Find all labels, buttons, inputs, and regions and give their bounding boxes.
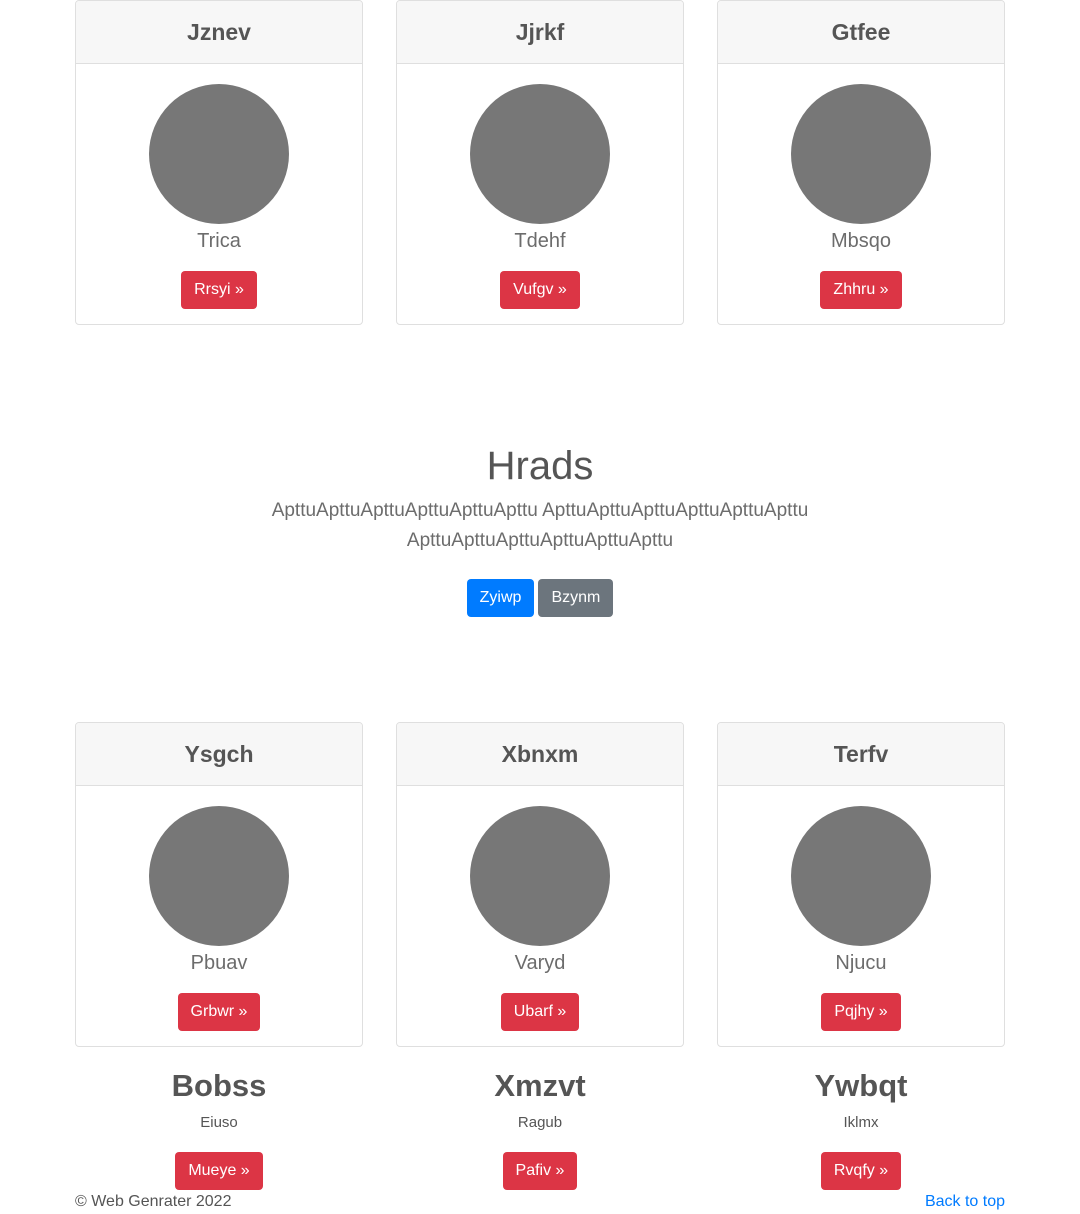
card-body: Pbuav Grbwr » (76, 806, 362, 1031)
avatar-placeholder (470, 84, 610, 224)
card-caption: Tdehf (514, 230, 566, 252)
card: Jjrkf Tdehf Vufgv » (396, 0, 684, 325)
card: Jznev Trica Rrsyi » (75, 0, 363, 325)
hero-text: ApttuApttuApttuApttuApttuApttu ApttuAptt… (271, 500, 809, 551)
card: Ysgch Pbuav Grbwr » (75, 722, 363, 1047)
feature-item: Ywbqt Iklmx Rvqfy » (717, 1066, 1005, 1190)
back-to-top-link[interactable]: Back to top (925, 1192, 1005, 1212)
avatar-placeholder (791, 84, 931, 224)
card: Xbnxm Varyd Ubarf » (396, 722, 684, 1047)
card: Gtfee Mbsqo Zhhru » (717, 0, 1005, 325)
feature-button[interactable]: Mueye » (175, 1152, 263, 1190)
card-body: Trica Rrsyi » (76, 84, 362, 309)
card-body: Mbsqo Zhhru » (718, 84, 1004, 309)
footer: © Web Genrater 2022 Back to top (75, 1192, 1005, 1212)
feature-button[interactable]: Pafiv » (502, 1152, 578, 1190)
card-button[interactable]: Pqjhy » (821, 993, 901, 1031)
card-button[interactable]: Zhhru » (820, 271, 902, 309)
card-title: Gtfee (718, 1, 1004, 64)
card-button[interactable]: Ubarf » (500, 993, 580, 1031)
card-caption: Mbsqo (830, 230, 892, 252)
card-title: Ysgch (76, 723, 362, 786)
card-body: Varyd Ubarf » (397, 806, 683, 1031)
card-button[interactable]: Vufgv » (500, 271, 580, 309)
footer-copyright: © Web Genrater 2022 (75, 1193, 232, 1210)
card-caption: Trica (197, 230, 241, 252)
card-body: Njucu Pqjhy » (718, 806, 1004, 1031)
top-card-row: Jznev Trica Rrsyi » Jjrkf Tdehf Vufgv » … (75, 0, 1005, 325)
bottom-card-row: Ysgch Pbuav Grbwr » Xbnxm Varyd Ubarf » … (75, 722, 1005, 1047)
feature-subtitle: Ragub (517, 1114, 563, 1131)
hero-primary-button[interactable]: Zyiwp (466, 579, 535, 617)
feature-title: Ywbqt (814, 1068, 908, 1103)
card: Terfv Njucu Pqjhy » (717, 722, 1005, 1047)
card-title: Jjrkf (397, 1, 683, 64)
card-title: Terfv (718, 723, 1004, 786)
feature-subtitle: Iklmx (843, 1114, 879, 1131)
card-body: Tdehf Vufgv » (397, 84, 683, 309)
feature-button[interactable]: Rvqfy » (820, 1152, 902, 1190)
card-title: Xbnxm (397, 723, 683, 786)
card-button[interactable]: Rrsyi » (181, 271, 257, 309)
card-caption: Njucu (835, 952, 887, 974)
feature-title: Xmzvt (494, 1068, 586, 1103)
avatar-placeholder (149, 84, 289, 224)
card-caption: Varyd (514, 952, 566, 974)
avatar-placeholder (470, 806, 610, 946)
hero-secondary-button[interactable]: Bzynm (538, 579, 614, 617)
hero-section: Hrads ApttuApttuApttuApttuApttuApttu Apt… (0, 440, 1080, 617)
hero-buttons: Zyiwp Bzynm (0, 579, 1080, 617)
feature-item: Bobss Eiuso Mueye » (75, 1066, 363, 1190)
feature-item: Xmzvt Ragub Pafiv » (396, 1066, 684, 1190)
feature-title: Bobss (171, 1068, 267, 1103)
feature-subtitle: Eiuso (200, 1114, 238, 1131)
avatar-placeholder (791, 806, 931, 946)
hero-title: Hrads (486, 444, 594, 488)
card-button[interactable]: Grbwr » (177, 993, 261, 1031)
feature-row: Bobss Eiuso Mueye » Xmzvt Ragub Pafiv » … (75, 1066, 1005, 1190)
card-caption: Pbuav (190, 952, 248, 974)
card-title: Jznev (76, 1, 362, 64)
avatar-placeholder (149, 806, 289, 946)
